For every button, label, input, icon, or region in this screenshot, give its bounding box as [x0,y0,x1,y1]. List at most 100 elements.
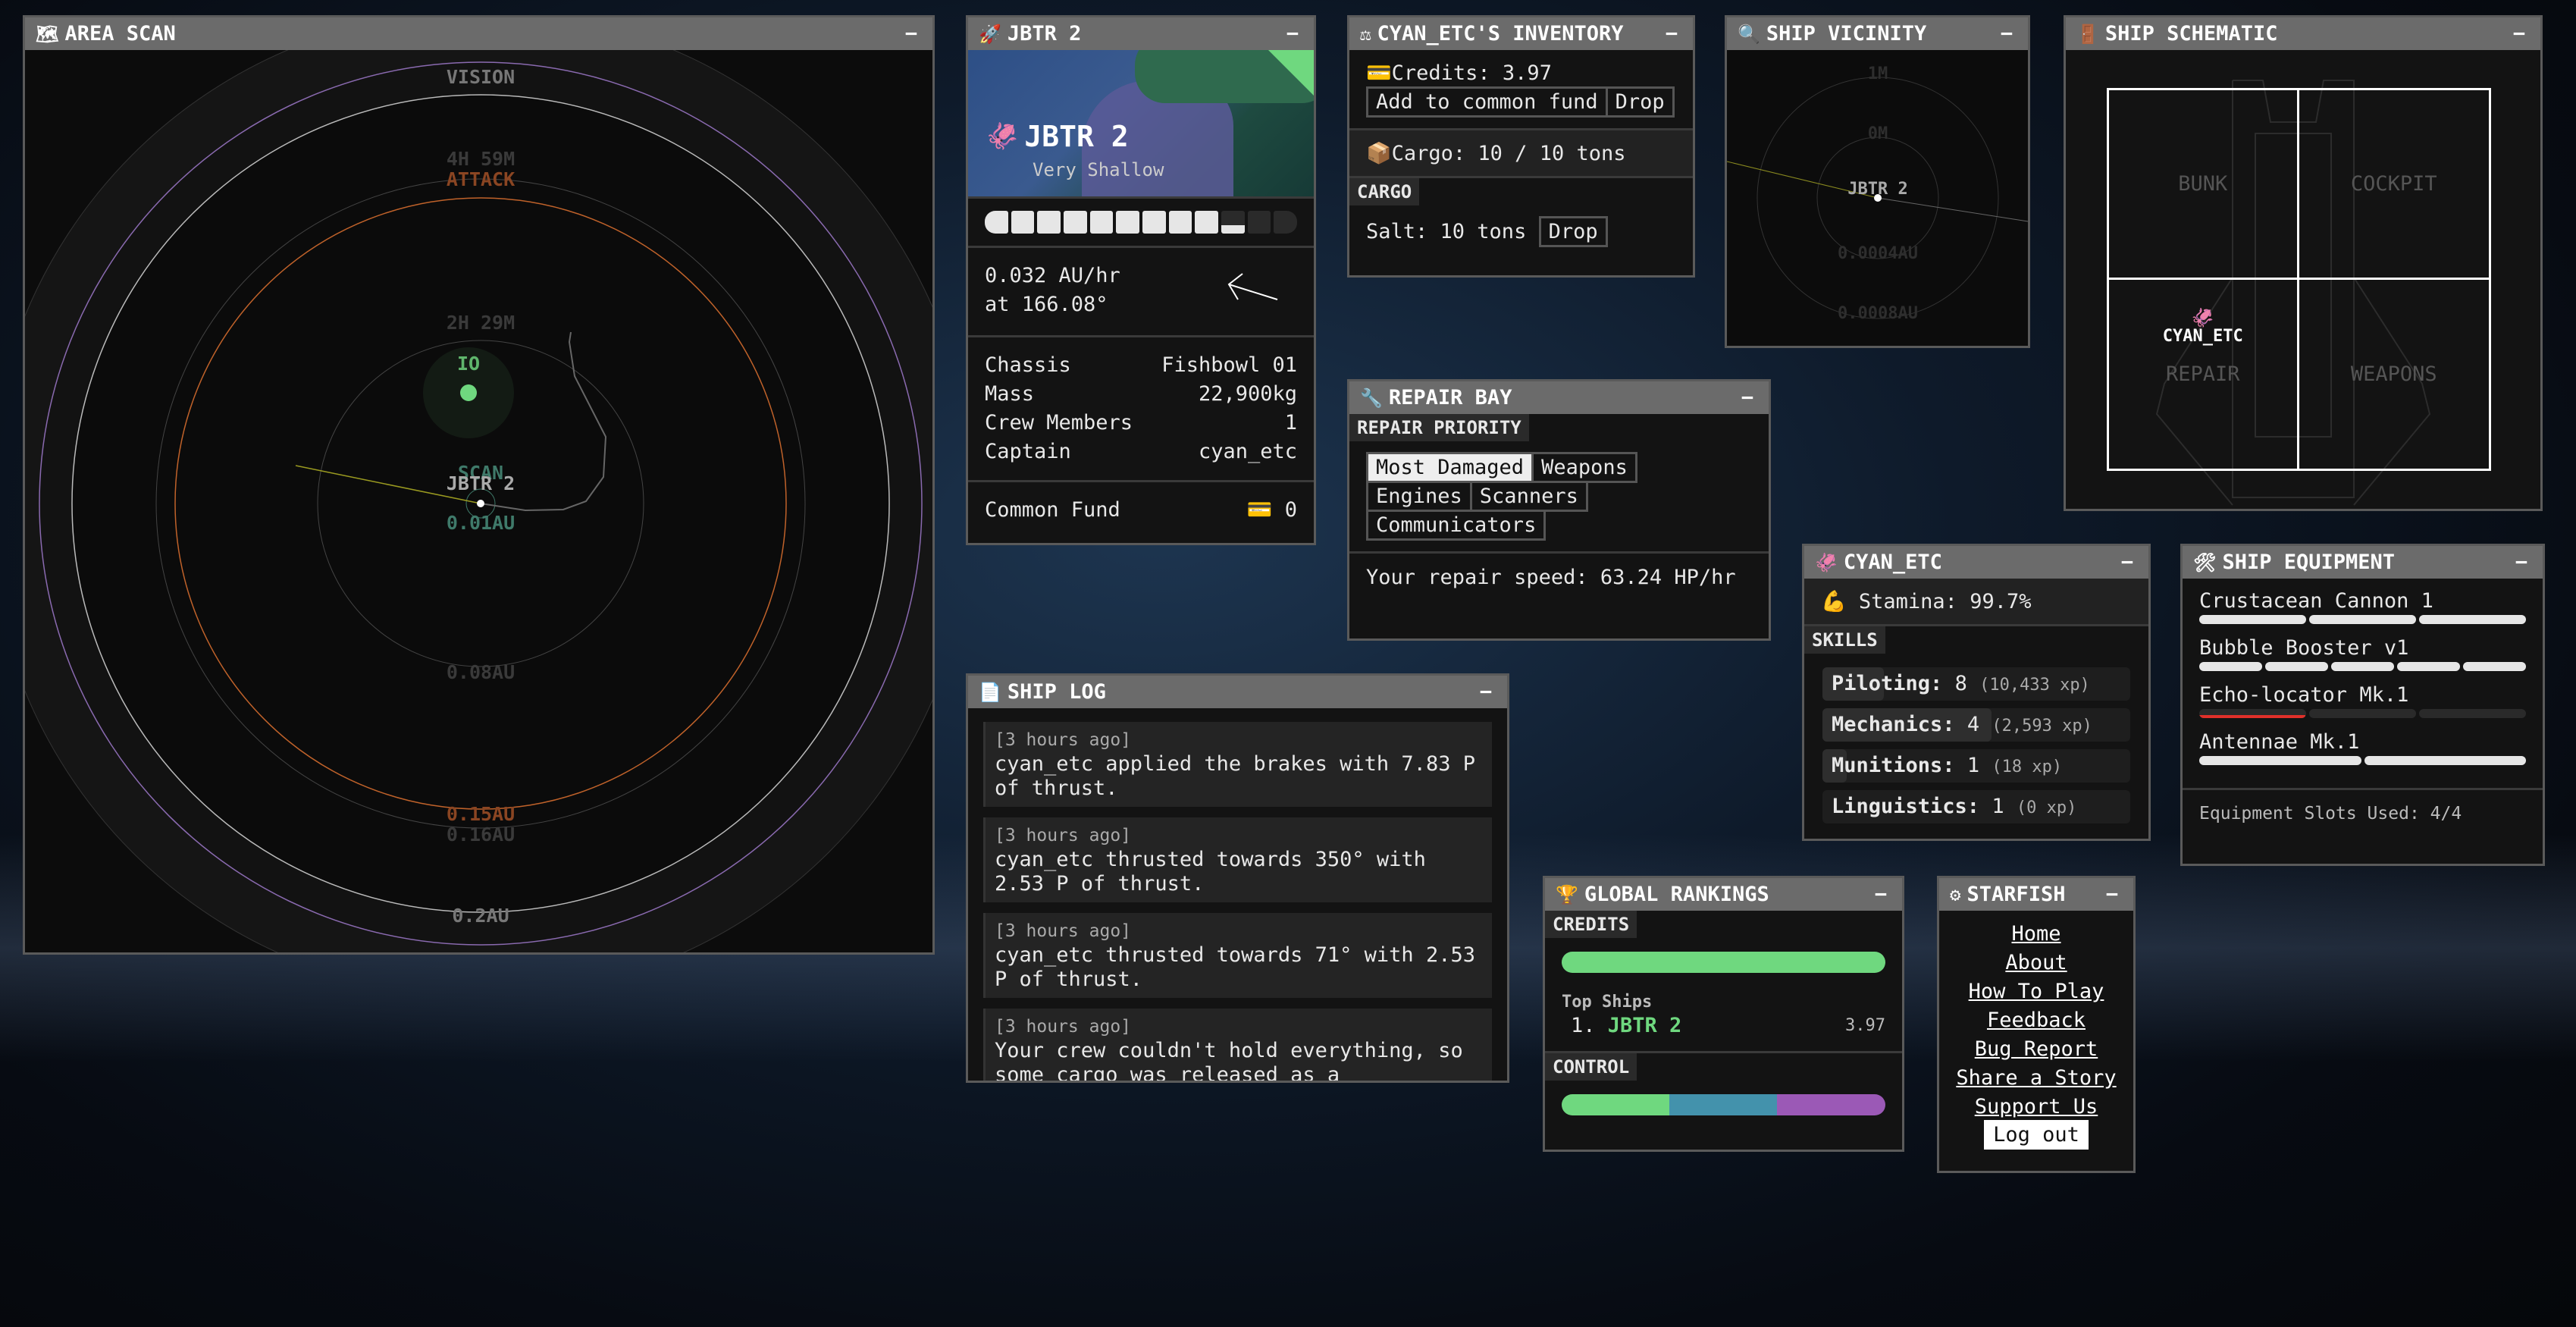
inventory-titlebar[interactable]: ⚖ CYAN_ETC'S INVENTORY − [1349,17,1693,50]
minimize-button[interactable]: − [901,22,922,45]
crew-panel: 🦑 CYAN_ETC − 💪 Stamina: 99.7% SKILLS Pilot… [1802,544,2151,841]
vicinity-map[interactable]: 1M 0M JBTR 2 0.0004AU 0.0008AU [1727,50,2028,346]
minimize-button[interactable]: − [1870,883,1891,906]
room-bunk[interactable]: BUNK [2109,90,2299,280]
minimize-button[interactable]: − [2117,551,2138,574]
squid-icon: 🦑 [986,121,1019,152]
minimize-button[interactable]: − [1475,680,1496,704]
room-weapons[interactable]: WEAPONS [2299,280,2490,469]
stat-value: 1 [1284,411,1297,434]
ship-titlebar[interactable]: 🚀 JBTR 2 − [968,17,1314,50]
vicinity-titlebar[interactable]: 🔍 SHIP VICINITY − [1727,17,2028,50]
rank-number: 1. [1571,1014,1596,1037]
cargo-summary: 📦Cargo: 10 / 10 tons [1349,130,1693,178]
menu-link-share-a-story[interactable]: Share a Story [1956,1066,2116,1090]
rankings-titlebar[interactable]: 🏆 GLOBAL RANKINGS − [1545,878,1902,911]
ship-link[interactable]: JBTR 2 [1608,1014,1682,1037]
cargo-item: Salt: 10 tons Drop [1349,205,1693,258]
priority-weapons[interactable]: Weapons [1534,452,1637,483]
logout-button[interactable]: Log out [1984,1120,2089,1150]
menu-titlebar[interactable]: ⚙ STARFISH − [1939,878,2133,911]
stat-label: Chassis [985,353,1071,377]
health-segment [2397,662,2460,671]
panel-title: REPAIR BAY [1388,386,1512,409]
minimize-button[interactable]: − [1282,22,1303,45]
menu-link-about[interactable]: About [2005,951,2067,974]
attack-range-label: 0.15AU [447,803,515,825]
skill-row: Mechanics: 4 (2,593 xp) [1822,708,2130,742]
equipment-titlebar[interactable]: 🛠 SHIP EQUIPMENT − [2183,546,2543,579]
credits-text: Credits: 3.97 [1391,61,1552,85]
minimize-button[interactable]: − [1661,22,1682,45]
control-segment [1777,1094,1885,1115]
area-scan-titlebar[interactable]: 🗺 AREA SCAN − [25,17,932,50]
room-repair[interactable]: 🦑 CYAN_ETC REPAIR [2109,279,2299,469]
minimize-button[interactable]: − [2509,22,2530,45]
minimize-button[interactable]: − [1737,386,1758,409]
common-fund-value: 0 [1284,498,1297,522]
velocity-section: 0.032 AU/hr at 166.08° [968,248,1314,337]
equipment-health-bar [2199,615,2526,624]
panel-title: SHIP SCHEMATIC [2104,22,2278,45]
trajectory-line [1877,197,2028,222]
drop-cargo-button[interactable]: Drop [1538,216,1608,247]
eta-outer-label: 4H 59M [447,148,515,170]
panel-title: SHIP LOG [1007,680,1106,704]
equipment-health-bar [2199,709,2526,718]
hull-segment [1247,211,1271,234]
ship-log-titlebar[interactable]: 📄 SHIP LOG − [968,676,1507,708]
inventory-panel: ⚖ CYAN_ETC'S INVENTORY − 💳Credits: 3.97 Ad… [1347,15,1695,278]
log-entry: [3 hours ago] cyan_etc thrusted towards 3… [983,817,1492,902]
equipment-item[interactable]: Bubble Booster v1 [2199,635,2526,671]
skill-name: Munitions: [1832,754,1955,777]
priority-engines[interactable]: Engines [1366,483,1472,512]
common-fund-label: Common Fund [985,498,1120,522]
minimize-button[interactable]: − [1996,22,2017,45]
hull-segment [1168,211,1192,234]
menu-panel: ⚙ STARFISH − Home About How To Play Feedback B… [1937,876,2136,1173]
drop-credits-button[interactable]: Drop [1607,86,1675,118]
ship-banner: 🦑 JBTR 2 Very Shallow [968,50,1314,199]
stat-row: Captain cyan_etc [985,438,1297,466]
log-list[interactable]: [3 hours ago] cyan_etc applied the brakes… [968,708,1507,1081]
equipment-item[interactable]: Antennae Mk.1 [2199,729,2526,765]
planet-io[interactable] [460,384,477,401]
ship-marker[interactable] [477,500,484,507]
wrench-icon: 🔧 [1360,387,1383,409]
crew-titlebar[interactable]: 🦑 CYAN_ETC − [1804,546,2148,579]
crew-marker[interactable]: 🦑 CYAN_ETC [2109,309,2297,346]
priority-most-damaged[interactable]: Most Damaged [1366,452,1534,483]
minimize-button[interactable]: − [2511,551,2532,574]
repair-panel: 🔧 REPAIR BAY − REPAIR PRIORITY Most Damage… [1347,379,1771,641]
menu-link-bug-report[interactable]: Bug Report [1975,1037,2098,1061]
priority-communicators[interactable]: Communicators [1366,512,1547,541]
ship-log-panel: 📄 SHIP LOG − [3 hours ago] cyan_etc applied… [966,673,1509,1083]
minimize-button[interactable]: − [2101,883,2123,906]
room-cockpit[interactable]: COCKPIT [2299,90,2489,280]
equipment-name: Echo-locator Mk.1 [2199,683,2409,707]
equipment-item[interactable]: Echo-locator Mk.1 [2199,682,2526,718]
hull-segment [1089,211,1114,234]
ship-label: JBTR 2 [447,472,515,494]
schematic-titlebar[interactable]: 🚪 SHIP SCHEMATIC − [2066,17,2540,50]
priority-scanners[interactable]: Scanners [1471,483,1588,512]
menu-link-feedback[interactable]: Feedback [1987,1009,2086,1032]
hull-segment [1221,211,1245,234]
log-time: [3 hours ago] [995,1017,1132,1037]
menu-link-support-us[interactable]: Support Us [1975,1095,2098,1118]
hull-segment [1116,211,1140,234]
rankings-panel: 🏆 GLOBAL RANKINGS − CREDITS Top Ships 1. J… [1543,876,1904,1152]
repair-titlebar[interactable]: 🔧 REPAIR BAY − [1349,381,1769,414]
map-icon: 🗺 [36,23,59,45]
menu-link-how-to-play[interactable]: How To Play [1969,980,2104,1003]
equipment-item[interactable]: Crustacean Cannon 1 [2199,588,2526,624]
hull-segment [1011,211,1035,234]
stat-value: Fishbowl 01 [1161,353,1297,377]
menu-link-home[interactable]: Home [2011,922,2060,946]
add-to-fund-button[interactable]: Add to common fund [1366,86,1608,118]
tools-icon: 🛠 [2193,551,2217,573]
magnifier-icon: 🔍 [1738,23,1760,45]
range-label: 0.0008AU [1838,304,1918,323]
area-scan-map[interactable]: VISION 4H 59M ATTACK 2H 29M IO SCAN JBTR… [25,50,932,952]
health-segment [2199,709,2306,718]
